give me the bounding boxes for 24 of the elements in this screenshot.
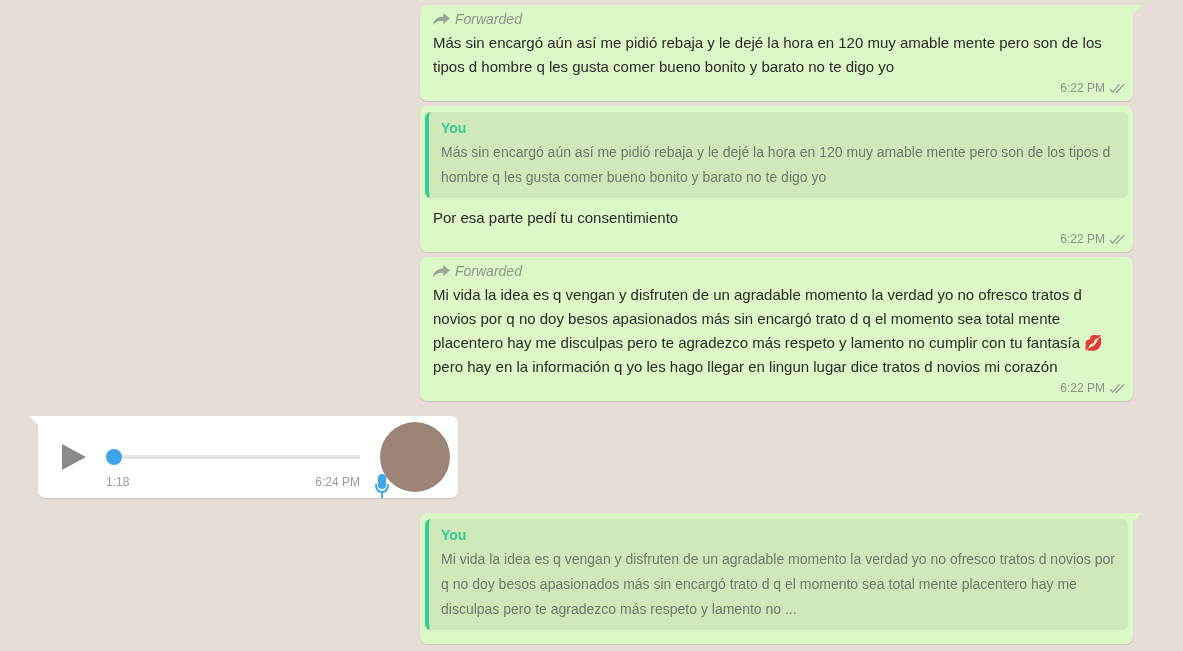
quote-author: You bbox=[441, 120, 468, 136]
forward-arrow-icon bbox=[433, 265, 450, 277]
message-time: 6:22 PM bbox=[1060, 232, 1105, 246]
audio-progress-thumb[interactable] bbox=[106, 449, 122, 465]
message-time: 6:24 PM bbox=[315, 475, 360, 489]
message-text: Mi vida la idea es q vengan y disfruten de un agradable momento la verdad yo no ofresco tratos d novios por q no doy besos apasionados más sin encargó trato d q el momento sea total mente placentero hay me disculpas pero te agradezco más respeto y lamento no cumplir con tu fantasía 💋 pero hay en la información q yo les hago llegar en lingun lugar dice tratos d novios mi corazón bbox=[433, 285, 1105, 377]
forwarded-label: Forwarded bbox=[455, 11, 522, 27]
double-check-icon bbox=[1109, 82, 1126, 94]
message-text: Más sin encargó aún así me pidió rebaja y le dejé la hora en 120 muy amable mente pero son de los tipos d hombre q les gusta comer bueno bonito y barato no te digo yo bbox=[433, 33, 1103, 77]
message-time: 6:22 PM bbox=[1060, 81, 1105, 95]
play-icon[interactable] bbox=[62, 444, 86, 470]
quote-text: Más sin encargó aún así me pidió rebaja y le dejé la hora en 120 muy amable mente pero son de los tipos d hombre q les gusta comer bueno bonito y barato no te digo yo bbox=[441, 143, 1112, 187]
double-check-icon bbox=[1109, 382, 1126, 394]
double-check-icon bbox=[1109, 233, 1126, 245]
voice-duration: 1:18 bbox=[106, 475, 130, 489]
message-text: Por esa parte pedí tu consentimiento bbox=[433, 208, 680, 228]
forwarded-label: Forwarded bbox=[455, 263, 522, 279]
quote-author: You bbox=[441, 527, 468, 543]
quote-text: Mi vida la idea es q vengan y disfruten de un agradable momento la verdad yo no ofresco tratos d novios por q no doy besos apasionados más sin encargó trato d q el momento sea total mente placentero hay me disculpas pero te agradezco más respeto y lamento no ... bbox=[441, 550, 1116, 619]
quoted-message[interactable] bbox=[425, 519, 1128, 630]
microphone-icon bbox=[375, 474, 389, 498]
quoted-message[interactable]: You Más sin encargó aún así me pidió rebaja y le dejé la hora en 120 muy amable mente pero son de los tipos d hombre q les gusta comer bueno bonito y barato no te digo yo bbox=[425, 112, 1128, 198]
message-time: 6:22 PM bbox=[1060, 381, 1105, 395]
forward-arrow-icon bbox=[433, 13, 450, 25]
